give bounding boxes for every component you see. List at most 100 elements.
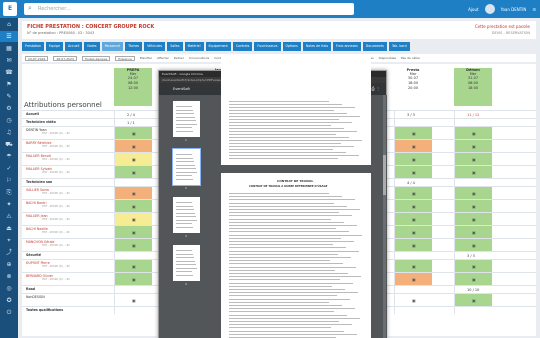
sidebar-item-icon[interactable]: ⚠ xyxy=(0,211,18,222)
sidebar-item-icon[interactable]: ☰ xyxy=(0,31,18,42)
cell-status-icon[interactable]: ▣ xyxy=(472,298,476,303)
column-header[interactable]: Démon Mer 31-07 08:00 18:00 xyxy=(454,68,492,106)
sidebar-item-icon[interactable]: ✎ xyxy=(0,91,18,102)
cell-status-icon[interactable]: ▣ xyxy=(412,243,416,248)
tab-item[interactable]: Notes de frais xyxy=(302,42,332,51)
cell-status-icon[interactable]: ▣ xyxy=(472,230,476,235)
grid-cell[interactable]: ▣ xyxy=(114,200,152,212)
grid-cell[interactable]: ▣ xyxy=(454,153,492,165)
tab-item[interactable]: Salles xyxy=(167,42,183,51)
cell-status-icon[interactable]: ▣ xyxy=(472,170,476,175)
tab-item[interactable]: Tâches xyxy=(125,42,143,51)
grid-cell[interactable]: ▣ xyxy=(454,140,492,152)
grid-cell[interactable]: ▣ xyxy=(114,260,152,272)
tab-item[interactable]: Fournisseurs xyxy=(254,42,281,51)
cell-status-icon[interactable]: ▣ xyxy=(412,217,416,222)
pdf-thumbnail[interactable]: 4 xyxy=(173,245,200,286)
grid-cell[interactable]: ▣ xyxy=(394,140,432,152)
grid-cell[interactable]: ▣ xyxy=(114,140,152,152)
grid-cell[interactable]: ▣ xyxy=(114,273,152,285)
sidebar-item-icon[interactable]: ⏏ xyxy=(0,223,18,234)
section-label[interactable]: Road xyxy=(26,287,35,291)
column-header[interactable]: Presta Mar 30-07 18:00 20:00 xyxy=(394,68,432,106)
cell-status-icon[interactable]: ▣ xyxy=(412,298,416,303)
toolbar-action[interactable]: Pas de câble xyxy=(401,56,420,60)
tab-item[interactable]: Notes xyxy=(84,42,100,51)
tab-item[interactable]: Equipe xyxy=(46,42,63,51)
grid-cell[interactable]: ▣ xyxy=(394,260,432,272)
cell-status-icon[interactable]: ▣ xyxy=(132,204,136,209)
section-label[interactable]: Technicien vidéo xyxy=(26,120,56,124)
grid-cell[interactable]: ▣ xyxy=(454,226,492,238)
sidebar-item-icon[interactable]: ⎘ xyxy=(0,187,18,198)
grid-cell[interactable]: ▣ xyxy=(454,294,492,306)
team-filter-select[interactable]: Toutes équipes xyxy=(81,55,111,61)
grid-cell[interactable]: ▣ xyxy=(114,294,152,306)
grid-cell[interactable] xyxy=(114,252,152,259)
grid-cell[interactable]: ▣ xyxy=(114,127,152,139)
presence-select[interactable]: Présence xyxy=(115,55,135,61)
user-name[interactable]: Yoan DENTIN xyxy=(501,7,527,12)
grid-cell[interactable]: ▣ xyxy=(454,127,492,139)
grid-cell[interactable] xyxy=(114,179,152,186)
tab-item[interactable]: Contrats xyxy=(232,42,253,51)
sidebar-item-icon[interactable]: ⊗ xyxy=(0,271,18,282)
cell-status-icon[interactable]: ▣ xyxy=(132,243,136,248)
cell-status-icon[interactable]: ▣ xyxy=(412,170,416,175)
person-name[interactable]: NonDESIGN xyxy=(26,295,45,299)
sidebar-item-icon[interactable]: ✉ xyxy=(0,55,18,66)
cell-status-icon[interactable]: ▣ xyxy=(132,230,136,235)
pdf-thumbnail[interactable]: 3 xyxy=(173,197,200,238)
cell-status-icon[interactable]: ▣ xyxy=(412,277,416,282)
sidebar-item-icon[interactable]: ⛟ xyxy=(0,139,18,150)
search-bar[interactable]: ⌕ Rechercher... xyxy=(24,3,354,15)
grid-cell[interactable]: ▣ xyxy=(114,239,152,251)
section-label[interactable]: Technicien son xyxy=(26,180,52,184)
toolbar-action[interactable]: Retirer xyxy=(174,56,184,60)
sidebar-item-icon[interactable]: ☎ xyxy=(0,67,18,78)
grid-cell[interactable]: ▣ xyxy=(454,200,492,212)
tab-item[interactable]: Accueil xyxy=(64,42,83,51)
toolbar-action[interactable]: Disponibles xyxy=(379,56,396,60)
grid-cell[interactable] xyxy=(454,119,492,126)
grid-cell[interactable]: ▣ xyxy=(454,187,492,199)
tab-item[interactable]: Tab. bord xyxy=(388,42,410,51)
grid-cell[interactable]: ▣ xyxy=(394,187,432,199)
grid-cell[interactable] xyxy=(394,307,432,314)
cell-status-icon[interactable]: ▣ xyxy=(472,243,476,248)
cell-status-icon[interactable]: ▣ xyxy=(472,157,476,162)
cell-status-icon[interactable]: ▣ xyxy=(132,298,136,303)
sidebar-item-icon[interactable]: ✪ xyxy=(0,295,18,306)
grid-cell[interactable] xyxy=(394,119,432,126)
cell-status-icon[interactable]: ▣ xyxy=(132,217,136,222)
cell-status-icon[interactable]: ▣ xyxy=(412,157,416,162)
cell-status-icon[interactable]: ▣ xyxy=(472,131,476,136)
add-button[interactable]: Ajout xyxy=(468,7,478,12)
section-label[interactable]: Toutes qualifications xyxy=(26,308,63,312)
sidebar-item-icon[interactable]: ⊕ xyxy=(0,259,18,270)
cell-status-icon[interactable]: ▣ xyxy=(132,191,136,196)
toolbar-action[interactable]: Convocations xyxy=(189,56,209,60)
tab-item[interactable]: Prestation xyxy=(22,42,45,51)
grid-cell[interactable] xyxy=(454,307,492,314)
cell-status-icon[interactable]: ▣ xyxy=(472,217,476,222)
grid-cell[interactable]: ▣ xyxy=(454,239,492,251)
sidebar-item-icon[interactable]: ⏻ xyxy=(0,307,18,318)
grid-cell[interactable] xyxy=(394,252,432,259)
sidebar-item-icon[interactable]: ◷ xyxy=(0,115,18,126)
cell-status-icon[interactable]: ▣ xyxy=(412,191,416,196)
sidebar-item-icon[interactable]: ⚐ xyxy=(0,175,18,186)
sidebar-item-icon[interactable]: ⌂ xyxy=(0,19,18,30)
sidebar-item-icon[interactable]: ✦ xyxy=(0,199,18,210)
menu-icon[interactable]: ☰ xyxy=(532,7,536,12)
grid-cell[interactable]: ▣ xyxy=(394,294,432,306)
tab-item[interactable]: Véhicules xyxy=(144,42,166,51)
cell-status-icon[interactable]: ▣ xyxy=(412,131,416,136)
cell-status-icon[interactable]: ▣ xyxy=(472,204,476,209)
grid-cell[interactable]: ▣ xyxy=(114,166,152,178)
section-label[interactable]: Accueil xyxy=(26,112,39,116)
cell-status-icon[interactable]: ▣ xyxy=(132,264,136,269)
app-logo[interactable]: E xyxy=(3,2,17,16)
grid-cell[interactable]: ▣ xyxy=(454,166,492,178)
grid-cell[interactable] xyxy=(454,179,492,186)
